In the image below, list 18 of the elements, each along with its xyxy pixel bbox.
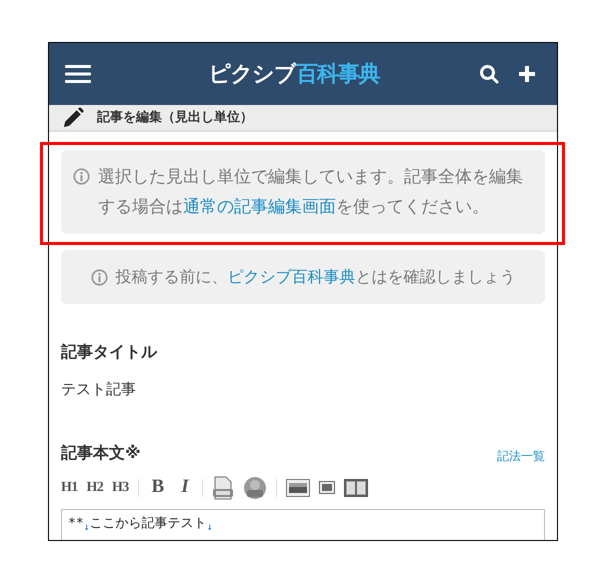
- site-logo[interactable]: ピクシブ百科事典: [91, 58, 479, 90]
- bold-button[interactable]: B: [148, 473, 168, 502]
- editor-text: ここから記事テスト: [90, 514, 207, 532]
- heading-button[interactable]: H1: [61, 477, 78, 498]
- title-value: テスト記事: [61, 379, 137, 400]
- field-label: 記事本文※: [61, 442, 141, 464]
- heading-button[interactable]: H2: [86, 477, 103, 498]
- notice-text: 投稿する前に、ピクシブ百科事典とはを確認しましょう: [116, 266, 516, 288]
- notice-text: 選択した見出し単位で編集しています。記事全体を編集する場合は通常の記事編集画面を使ってください。: [98, 166, 524, 219]
- heading-button[interactable]: H3: [112, 477, 128, 498]
- editor-text: **: [68, 514, 84, 532]
- italic-button[interactable]: I: [177, 473, 193, 502]
- body-editor[interactable]: **↓ここから記事テスト↓: [61, 508, 545, 540]
- field-label: 記事タイトル: [61, 341, 158, 363]
- newline-mark: ↓: [206, 520, 213, 534]
- syntax-link[interactable]: 記法一覧: [497, 446, 545, 464]
- page-title: 記事を編集（見出し単位）: [97, 108, 253, 127]
- newline-mark: ↓: [84, 520, 90, 534]
